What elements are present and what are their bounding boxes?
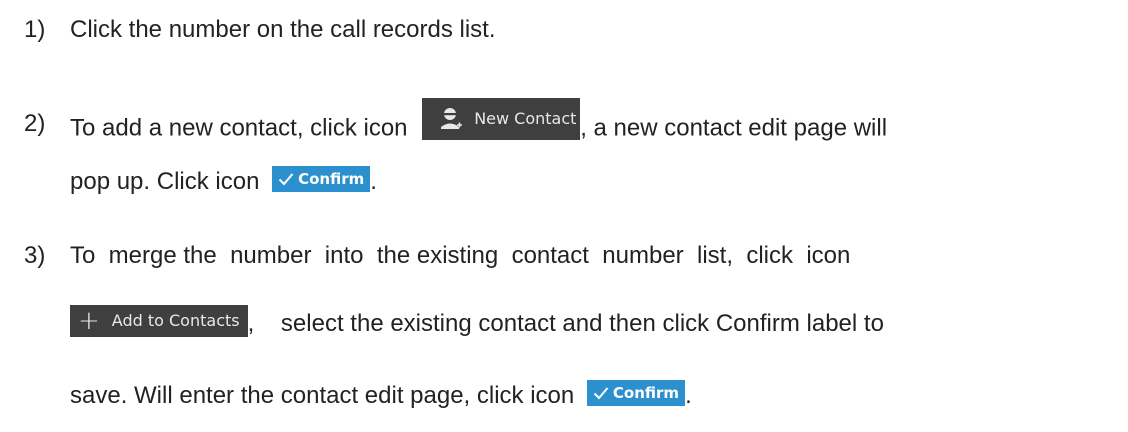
- confirm-label: Confirm: [612, 383, 680, 402]
- step-text: pop up. Click icon: [70, 168, 260, 195]
- add-to-contacts-label: Add to Contacts: [111, 310, 240, 330]
- instructions: 1) Click the number on the call records …: [0, 0, 1128, 432]
- step-number: 3): [24, 242, 46, 269]
- add-to-contacts-button: + Add to Contacts: [70, 304, 248, 337]
- period: .: [685, 382, 692, 409]
- confirm-button: Confirm: [586, 379, 686, 406]
- step-number: 1): [24, 16, 46, 43]
- step-text: save. Will enter the contact edit page, …: [70, 382, 575, 409]
- new-contact-button: New Contact: [422, 98, 581, 140]
- step-text: To merge the number into the existing co…: [70, 242, 851, 269]
- step-text: To add a new contact, click icon: [70, 114, 408, 142]
- plus-icon: +: [78, 305, 100, 336]
- checkmark-icon: [278, 173, 294, 186]
- step-number: 2): [24, 110, 46, 137]
- checkmark-icon: [593, 387, 609, 400]
- add-person-icon: [441, 108, 463, 129]
- step-text: , select the existing contact and then c…: [247, 310, 884, 337]
- period: .: [370, 168, 377, 195]
- new-contact-label: New Contact: [474, 109, 577, 128]
- confirm-label: Confirm: [298, 169, 365, 188]
- step-text: Click the number on the call records lis…: [70, 16, 496, 43]
- confirm-button: Confirm: [272, 165, 371, 192]
- step-text: , a new contact edit page will: [580, 114, 888, 142]
